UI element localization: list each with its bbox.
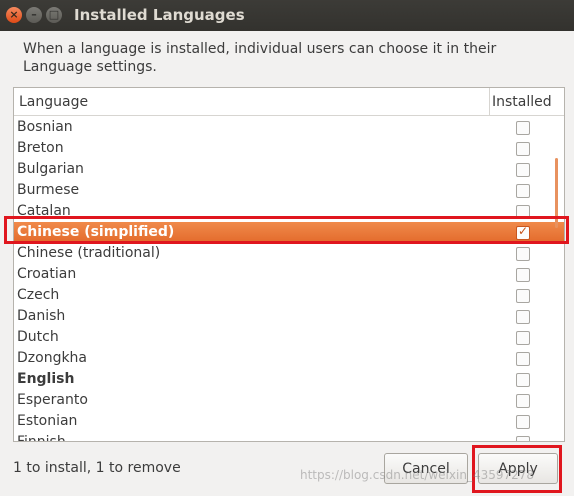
table-row[interactable]: English [14, 369, 564, 390]
close-icon[interactable]: × [6, 7, 22, 23]
language-label: Bulgarian [17, 161, 84, 177]
installed-checkbox[interactable] [516, 373, 530, 387]
installed-checkbox[interactable] [516, 394, 530, 408]
table-row[interactable]: Burmese [14, 180, 564, 201]
status-text: 1 to install, 1 to remove [13, 460, 181, 476]
language-label: Croatian [17, 266, 77, 282]
maximize-icon[interactable]: □ [46, 7, 62, 23]
column-header-installed[interactable]: Installed [492, 94, 552, 110]
language-label: Dzongkha [17, 350, 88, 366]
installed-checkbox[interactable] [516, 247, 530, 261]
language-label: English [17, 371, 75, 387]
description-text: When a language is installed, individual… [23, 41, 497, 75]
language-label: Breton [17, 140, 64, 156]
table-row[interactable]: Esperanto [14, 390, 564, 411]
language-label: Chinese (traditional) [17, 245, 161, 261]
language-label: Danish [17, 308, 66, 324]
installed-checkbox[interactable] [516, 415, 530, 429]
table-row[interactable]: Dutch [14, 327, 564, 348]
column-header-language[interactable]: Language [19, 94, 88, 110]
column-divider [489, 88, 490, 115]
installed-checkbox[interactable] [516, 352, 530, 366]
installed-checkbox[interactable] [516, 310, 530, 324]
installed-checkbox[interactable] [516, 163, 530, 177]
table-row[interactable]: Chinese (traditional) [14, 243, 564, 264]
language-rows: Bosnian Breton Bulgarian Burmese Catalan Chin… [14, 117, 564, 442]
language-label: Burmese [17, 182, 80, 198]
title-bar: × – □ Installed Languages [0, 0, 574, 31]
list-header: Language Installed [14, 88, 564, 116]
table-row[interactable]: Dzongkha [14, 348, 564, 369]
installed-checkbox[interactable] [516, 289, 530, 303]
table-row[interactable]: Breton [14, 138, 564, 159]
installed-checkbox[interactable] [516, 184, 530, 198]
minimize-icon[interactable]: – [26, 7, 42, 23]
installed-checkbox[interactable] [516, 331, 530, 345]
table-row[interactable]: Bulgarian [14, 159, 564, 180]
watermark-text: https://blog.csdn.net/weixin_43597278 [300, 468, 535, 482]
installed-checkbox[interactable] [516, 436, 530, 441]
table-row[interactable]: Finnish [14, 432, 564, 442]
installed-checkbox[interactable] [516, 142, 530, 156]
window-title: Installed Languages [74, 6, 245, 24]
table-row[interactable]: Bosnian [14, 117, 564, 138]
table-row[interactable]: Danish [14, 306, 564, 327]
language-label: Czech [17, 287, 60, 303]
language-list[interactable]: Language Installed Bosnian Breton Bulgaria… [13, 87, 565, 442]
highlight-box-selected-row [4, 216, 569, 244]
table-row[interactable]: Estonian [14, 411, 564, 432]
language-label: Dutch [17, 329, 59, 345]
table-row[interactable]: Croatian [14, 264, 564, 285]
installed-checkbox[interactable] [516, 121, 530, 135]
table-row[interactable]: Czech [14, 285, 564, 306]
language-label: Finnish [17, 434, 66, 442]
language-label: Esperanto [17, 392, 88, 408]
language-label: Estonian [17, 413, 78, 429]
installed-checkbox[interactable] [516, 268, 530, 282]
language-label: Bosnian [17, 119, 73, 135]
